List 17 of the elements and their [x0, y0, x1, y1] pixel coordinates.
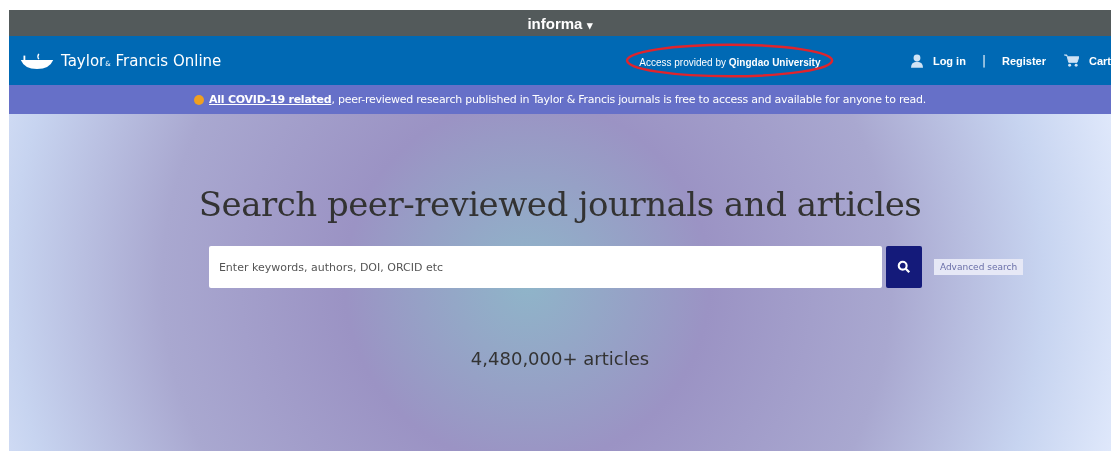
- search-icon: [896, 260, 911, 274]
- separator: |: [981, 53, 986, 68]
- article-count: 4,480,000+ articles: [470, 348, 650, 369]
- advanced-search-link[interactable]: Advanced search: [933, 259, 1024, 275]
- cart-icon: [1064, 54, 1079, 67]
- user-icon: [910, 53, 923, 68]
- informa-menu-button[interactable]: informa ▾: [523, 14, 597, 32]
- info-icon: [194, 94, 205, 105]
- lamp-logo-icon: [19, 51, 55, 70]
- banner-text: All COVID-19 related, peer-reviewed research published in Taylor & Francis journals is free to access and available for anyone to read.: [209, 93, 926, 106]
- search-button[interactable]: [885, 246, 922, 288]
- register-link[interactable]: Register: [1001, 54, 1046, 67]
- login-link[interactable]: Log in: [932, 54, 966, 67]
- search-field[interactable]: Enter keywords, authors, DOI, ORCID etc: [208, 246, 882, 288]
- cart-link[interactable]: Cart: [1089, 54, 1111, 67]
- access-notice: Access provided by Qingdao University: [639, 57, 821, 68]
- hero-heading: Search peer-reviewed journals and articles: [198, 184, 922, 224]
